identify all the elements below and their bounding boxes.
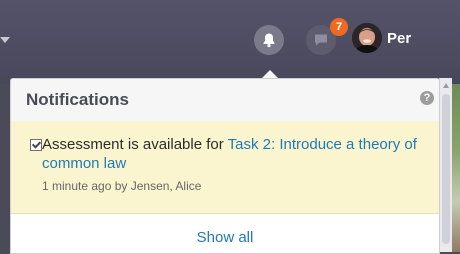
username[interactable]: Per bbox=[387, 30, 411, 47]
scrollbar[interactable] bbox=[439, 78, 452, 252]
chevron-down-icon[interactable] bbox=[0, 37, 10, 43]
top-bar: 7 Per bbox=[0, 0, 460, 84]
bell-icon bbox=[263, 33, 275, 48]
notifications-button[interactable] bbox=[254, 25, 284, 55]
chat-icon bbox=[315, 34, 327, 46]
notification-meta: 1 minute ago by Jensen, Alice bbox=[42, 179, 202, 193]
dropdown-pointer bbox=[262, 70, 278, 78]
panel-title: Notifications bbox=[26, 90, 129, 109]
background-image-strip bbox=[452, 84, 460, 252]
message-count-badge: 7 bbox=[330, 18, 348, 36]
scroll-up-icon[interactable] bbox=[443, 83, 449, 88]
notification-checkbox[interactable] bbox=[30, 139, 42, 151]
help-icon[interactable]: ? bbox=[420, 91, 434, 105]
avatar[interactable] bbox=[352, 23, 382, 53]
notification-text: Assessment is available for Task 2: Intr… bbox=[42, 135, 427, 173]
notification-prefix: Assessment is available for bbox=[42, 136, 224, 153]
panel-header: Notifications ? bbox=[11, 79, 439, 122]
scroll-thumb[interactable] bbox=[442, 94, 450, 244]
show-all-link[interactable]: Show all bbox=[11, 229, 439, 246]
user-photo bbox=[352, 23, 382, 53]
